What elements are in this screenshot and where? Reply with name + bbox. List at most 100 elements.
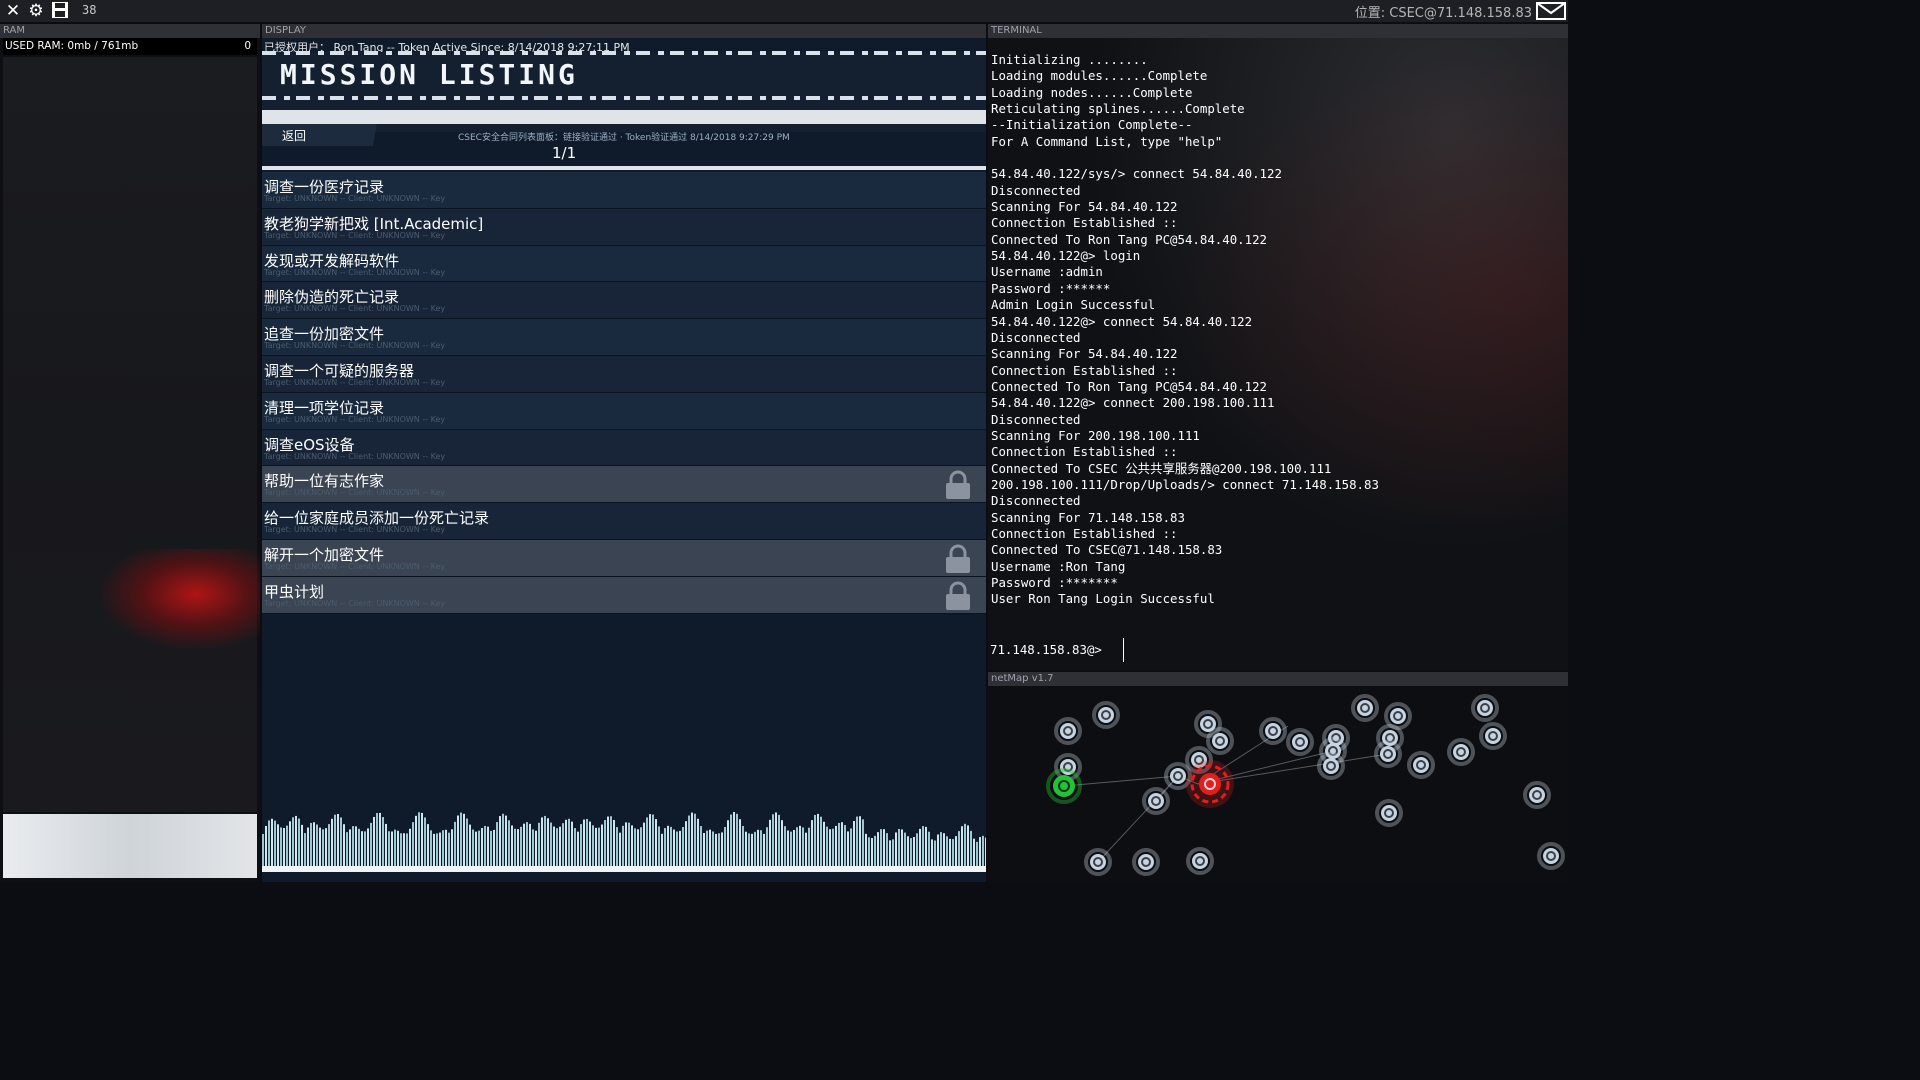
banner-top-border bbox=[262, 51, 986, 55]
network-node[interactable] bbox=[1286, 728, 1314, 756]
mission-row[interactable]: 追查一份加密文件 Target: UNKNOWN -- Client: UNKNO… bbox=[262, 319, 986, 356]
mission-meta: Target: UNKNOWN -- Client: UNKNOWN -- Ke… bbox=[264, 377, 446, 387]
terminal-line: 54.84.40.122@> connect 54.84.40.122 bbox=[991, 313, 1253, 329]
mission-row[interactable]: 调查一个可疑的服务器 Target: UNKNOWN -- Client: UNK… bbox=[262, 355, 986, 393]
back-button[interactable]: 返回 bbox=[282, 127, 306, 144]
network-node[interactable] bbox=[1206, 727, 1234, 755]
visualizer-bar bbox=[649, 814, 651, 872]
network-node[interactable] bbox=[1194, 710, 1222, 738]
visualizer-bar bbox=[613, 820, 615, 872]
visualizer-bar bbox=[739, 819, 741, 872]
network-node[interactable] bbox=[1407, 751, 1435, 779]
visualizer-base bbox=[262, 866, 986, 872]
network-node[interactable] bbox=[1142, 787, 1170, 815]
visualizer-bar bbox=[373, 816, 375, 872]
terminal-line: Username :admin bbox=[991, 264, 1103, 280]
mission-list: 调查一份医疗记录 Target: UNKNOWN -- Client: UNKNO… bbox=[262, 172, 986, 614]
save-icon[interactable] bbox=[50, 1, 70, 21]
visualizer-bar bbox=[274, 820, 276, 872]
visualizer-bar bbox=[454, 821, 456, 872]
visualizer-bar bbox=[523, 823, 525, 872]
terminal-line: Loading nodes......Complete bbox=[991, 84, 1193, 100]
visualizer-bar bbox=[562, 823, 564, 872]
mission-meta: Target: UNKNOWN -- Client: UNKNOWN -- Ke… bbox=[264, 341, 446, 351]
visualizer-bar bbox=[628, 822, 630, 872]
mail-icon[interactable] bbox=[1536, 1, 1566, 21]
close-icon[interactable]: ✕ bbox=[3, 1, 23, 21]
visualizer-bar bbox=[625, 822, 627, 872]
visualizer-bar bbox=[412, 822, 414, 872]
visualizer-bar bbox=[841, 822, 843, 872]
network-node[interactable] bbox=[1084, 848, 1112, 876]
mission-row[interactable]: 调查eOS设备 Target: UNKNOWN -- Client: UNKNOW… bbox=[262, 429, 986, 467]
terminal-input[interactable]: 71.148.158.83@> bbox=[990, 638, 1124, 662]
network-node[interactable] bbox=[1259, 717, 1287, 745]
ram-decoration bbox=[100, 549, 260, 649]
mission-row[interactable]: 清理一项学位记录 Target: UNKNOWN -- Client: UNKNO… bbox=[262, 392, 986, 430]
network-node[interactable] bbox=[1479, 722, 1507, 750]
visualizer-bar bbox=[310, 822, 312, 872]
display-panel: DISPLAY 已授权用户： Ron Tang -- Token Active … bbox=[262, 24, 987, 882]
network-node[interactable] bbox=[1054, 717, 1082, 745]
home-node[interactable] bbox=[1046, 768, 1082, 804]
mission-meta: Target: UNKNOWN -- Client: UNKNOWN -- Ke… bbox=[264, 525, 446, 535]
mission-row[interactable]: 删除伪造的死亡记录 Target: UNKNOWN -- Client: UNKN… bbox=[262, 282, 986, 320]
network-node[interactable] bbox=[1186, 847, 1214, 875]
gear-icon[interactable]: ⚙ bbox=[26, 1, 46, 21]
top-bar: ✕ ⚙ 38 位置: CSEC@71.148.158.83 bbox=[0, 0, 1568, 22]
visualizer-bar bbox=[418, 812, 420, 872]
terminal-line: Disconnected bbox=[991, 493, 1081, 509]
visualizer-bar bbox=[781, 820, 783, 872]
visualizer-bar bbox=[466, 818, 468, 872]
visualizer-bar bbox=[421, 812, 423, 872]
network-node[interactable] bbox=[1132, 848, 1160, 876]
visualizer-bar bbox=[526, 822, 528, 872]
visualizer-bar bbox=[817, 813, 819, 872]
visualizer-bar bbox=[967, 825, 969, 872]
visualizer-bar bbox=[337, 813, 339, 872]
visualizer-bar bbox=[838, 822, 840, 872]
mission-row[interactable]: 甲虫计划 Target: UNKNOWN -- Client: UNKNOWN -… bbox=[262, 576, 986, 614]
network-node[interactable] bbox=[1447, 738, 1475, 766]
visualizer-bar bbox=[547, 818, 549, 872]
visualizer-bar bbox=[529, 823, 531, 872]
terminal-line: --Initialization Complete-- bbox=[991, 117, 1193, 133]
connected-node[interactable] bbox=[1186, 760, 1234, 808]
visualizer-bar bbox=[370, 822, 372, 872]
terminal-line: Disconnected bbox=[991, 411, 1081, 427]
mission-row[interactable]: 给一位家庭成员添加一份死亡记录 Target: UNKNOWN -- Client… bbox=[262, 503, 986, 540]
visualizer-bar bbox=[508, 820, 510, 872]
terminal-line: Connection Established :: bbox=[991, 525, 1178, 541]
visualizer-bar bbox=[964, 823, 966, 872]
visualizer-bar bbox=[295, 815, 297, 872]
visualizer-bar bbox=[340, 817, 342, 872]
network-node[interactable] bbox=[1471, 694, 1499, 722]
terminal-line: Initializing ........ bbox=[991, 52, 1148, 67]
network-node[interactable] bbox=[1523, 781, 1551, 809]
visualizer-bar bbox=[820, 816, 822, 872]
mission-row[interactable]: 教老狗学新把戏 [Int.Academic] Target: UNKNOWN --… bbox=[262, 208, 986, 246]
mission-meta: Target: UNKNOWN -- Client: UNKNOWN -- Ke… bbox=[264, 561, 446, 571]
mission-row[interactable]: 帮助一位有志作家 Target: UNKNOWN -- Client: UNKNO… bbox=[262, 466, 986, 504]
terminal-line: Scanning For 200.198.100.111 bbox=[991, 427, 1200, 443]
visualizer-bar bbox=[268, 820, 270, 872]
visualizer-bar bbox=[691, 812, 693, 872]
network-node[interactable] bbox=[1351, 694, 1379, 722]
visualizer-bar bbox=[811, 820, 813, 872]
mission-row[interactable]: 发现或开发解码软件 Target: UNKNOWN -- Client: UNKN… bbox=[262, 245, 986, 283]
visualizer-bar bbox=[328, 824, 330, 872]
visualizer-bar bbox=[769, 819, 771, 872]
mission-row[interactable]: 解开一个加密文件 Target: UNKNOWN -- Client: UNKNO… bbox=[262, 539, 986, 577]
visualizer-bar bbox=[844, 825, 846, 872]
visualizer-bar bbox=[583, 819, 585, 872]
mission-row[interactable]: 调查一份医疗记录 Target: UNKNOWN -- Client: UNKNO… bbox=[262, 172, 986, 209]
network-node[interactable] bbox=[1375, 799, 1403, 827]
visualizer-bar bbox=[415, 815, 417, 872]
visualizer-bar bbox=[655, 819, 657, 872]
network-node[interactable] bbox=[1537, 842, 1565, 870]
ram-process-area bbox=[3, 57, 257, 812]
visualizer-bar bbox=[271, 818, 273, 872]
terminal-line: Admin Login Successful bbox=[991, 297, 1156, 313]
network-node[interactable] bbox=[1092, 701, 1120, 729]
terminal-line: Connected To CSEC@71.148.158.83 bbox=[991, 542, 1223, 558]
